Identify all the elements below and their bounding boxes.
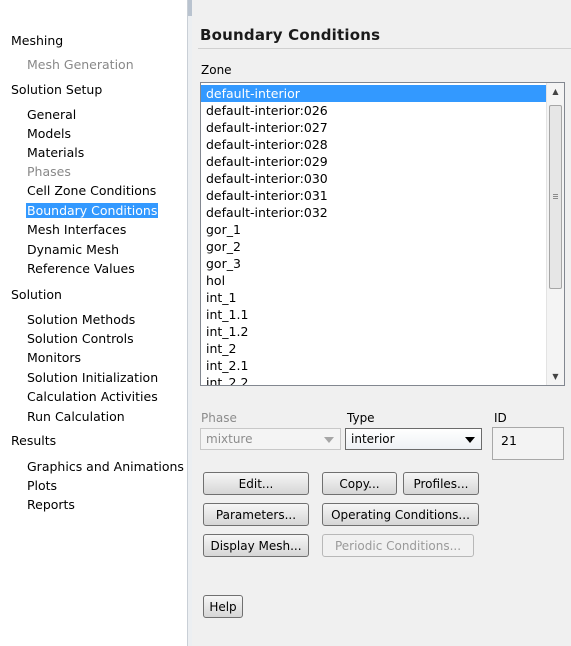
nav-item-materials[interactable]: Materials [26, 145, 85, 160]
type-value: interior [351, 432, 395, 446]
nav-item-dynamic-mesh[interactable]: Dynamic Mesh [26, 242, 120, 257]
zone-item[interactable]: gor_2 [201, 238, 547, 255]
copy-button[interactable]: Copy... [322, 472, 397, 495]
nav-section-solution-setup[interactable]: Solution Setup [11, 82, 102, 97]
nav-item-general[interactable]: General [26, 107, 77, 122]
zone-item[interactable]: gor_3 [201, 255, 547, 272]
nav-item-solution-initialization[interactable]: Solution Initialization [26, 370, 159, 385]
zone-item[interactable]: default-interior:027 [201, 119, 547, 136]
zone-item[interactable]: int_2.1 [201, 357, 547, 374]
zone-item[interactable]: default-interior:028 [201, 136, 547, 153]
phase-value: mixture [206, 432, 253, 446]
edit-button[interactable]: Edit... [203, 472, 309, 495]
nav-item-reference-values[interactable]: Reference Values [26, 261, 136, 276]
title-divider [198, 48, 571, 49]
profiles-button[interactable]: Profiles... [403, 472, 479, 495]
zone-items: default-interior default-interior:026 de… [201, 85, 547, 385]
zone-item[interactable]: hol [201, 272, 547, 289]
type-label: Type [347, 411, 375, 425]
scrollbar-thumb[interactable] [549, 105, 562, 289]
nav-item-phases[interactable]: Phases [26, 164, 72, 179]
nav-item-graphics-and-animations[interactable]: Graphics and Animations [26, 459, 185, 474]
chevron-down-icon [465, 437, 475, 443]
boundary-conditions-panel: Boundary Conditions Zone default-interio… [192, 0, 571, 646]
phase-select: mixture [200, 428, 341, 450]
panel-title: Boundary Conditions [200, 26, 381, 44]
parameters-button[interactable]: Parameters... [203, 503, 309, 526]
zone-item[interactable]: gor_1 [201, 221, 547, 238]
help-button[interactable]: Help [203, 595, 243, 618]
nav-item-reports[interactable]: Reports [26, 497, 76, 512]
zone-item[interactable]: default-interior:032 [201, 204, 547, 221]
nav-item-solution-methods[interactable]: Solution Methods [26, 312, 136, 327]
zone-item[interactable]: int_1.2 [201, 323, 547, 340]
zone-item[interactable]: default-interior:026 [201, 102, 547, 119]
zone-item[interactable]: int_2 [201, 340, 547, 357]
zone-item[interactable]: int_1.1 [201, 306, 547, 323]
id-value: 21 [501, 433, 517, 448]
nav-section-results[interactable]: Results [11, 433, 56, 448]
nav-item-models[interactable]: Models [26, 126, 72, 141]
zone-item[interactable]: default-interior [201, 85, 547, 102]
zone-item[interactable]: default-interior:029 [201, 153, 547, 170]
type-select[interactable]: interior [345, 428, 482, 450]
nav-item-boundary-conditions[interactable]: Boundary Conditions [26, 203, 159, 218]
nav-item-run-calculation[interactable]: Run Calculation [26, 409, 126, 424]
id-label: ID [494, 411, 507, 425]
zone-list[interactable]: default-interior default-interior:026 de… [200, 82, 565, 386]
nav-item-monitors[interactable]: Monitors [26, 350, 82, 365]
nav-item-plots[interactable]: Plots [26, 478, 58, 493]
zone-list-scrollbar[interactable]: ▲ ▼ [546, 83, 564, 385]
nav-section-meshing[interactable]: Meshing [11, 33, 63, 48]
operating-conditions-button[interactable]: Operating Conditions... [322, 503, 479, 526]
nav-section-solution[interactable]: Solution [11, 287, 62, 302]
scroll-down-arrow-icon[interactable]: ▼ [547, 368, 564, 385]
zone-item[interactable]: int_1 [201, 289, 547, 306]
zone-label: Zone [201, 63, 232, 77]
chevron-down-icon [324, 437, 334, 443]
scroll-up-arrow-icon[interactable]: ▲ [547, 83, 564, 100]
nav-item-cell-zone-conditions[interactable]: Cell Zone Conditions [26, 183, 157, 198]
nav-item-solution-controls[interactable]: Solution Controls [26, 331, 135, 346]
phase-label: Phase [201, 411, 237, 425]
nav-item-mesh-interfaces[interactable]: Mesh Interfaces [26, 222, 127, 237]
display-mesh-button[interactable]: Display Mesh... [203, 534, 309, 557]
zone-item[interactable]: default-interior:031 [201, 187, 547, 204]
id-field[interactable]: 21 [492, 427, 564, 460]
nav-item-mesh-generation[interactable]: Mesh Generation [26, 57, 135, 72]
nav-item-calculation-activities[interactable]: Calculation Activities [26, 389, 159, 404]
zone-item[interactable]: int_2.2 [201, 374, 547, 385]
scrollbar-grip-icon [553, 194, 558, 195]
zone-item[interactable]: default-interior:030 [201, 170, 547, 187]
periodic-conditions-button: Periodic Conditions... [322, 534, 474, 557]
navigation-tree: Meshing Mesh Generation Solution Setup G… [0, 0, 187, 646]
